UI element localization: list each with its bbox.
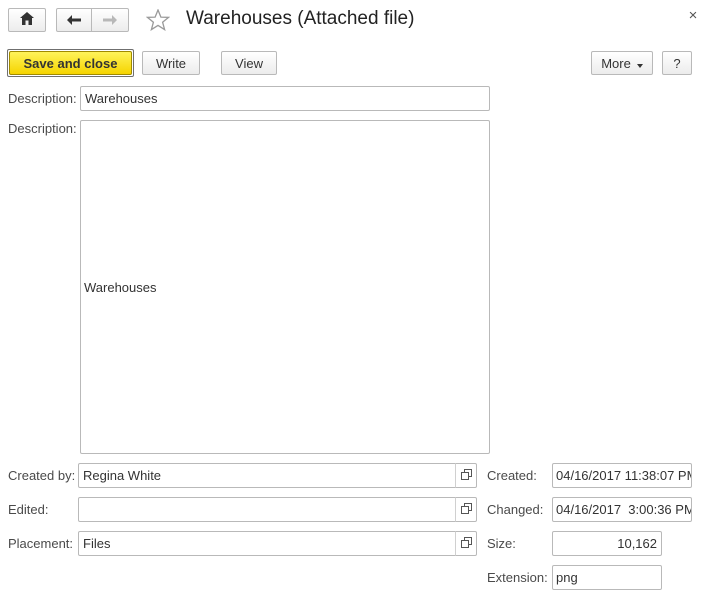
size-field[interactable]: 10,162 bbox=[552, 531, 662, 556]
more-button[interactable]: More bbox=[591, 51, 653, 75]
placement-label: Placement: bbox=[8, 536, 74, 551]
view-button[interactable]: View bbox=[221, 51, 277, 75]
created-date-field[interactable]: 04/16/2017 11:38:07 PM bbox=[552, 463, 692, 488]
save-and-close-button[interactable]: Save and close bbox=[9, 51, 132, 75]
write-button[interactable]: Write bbox=[142, 51, 200, 75]
open-window-icon bbox=[460, 468, 472, 483]
help-button[interactable]: ? bbox=[662, 51, 692, 75]
more-label: More bbox=[601, 55, 631, 71]
created-label: Created: bbox=[487, 468, 537, 483]
close-icon[interactable]: × bbox=[686, 8, 700, 24]
edited-label: Edited: bbox=[8, 502, 49, 517]
changed-label: Changed: bbox=[487, 502, 544, 517]
description-field[interactable]: Warehouses bbox=[80, 86, 490, 111]
star-outline-icon[interactable] bbox=[145, 8, 171, 32]
size-label: Size: bbox=[487, 536, 516, 551]
home-icon bbox=[20, 12, 34, 28]
created-by-open-button[interactable] bbox=[455, 463, 477, 488]
open-window-icon bbox=[460, 536, 472, 551]
arrow-right-icon bbox=[103, 13, 117, 28]
text-area[interactable]: Warehouses bbox=[80, 120, 490, 454]
edited-open-button[interactable] bbox=[455, 497, 477, 522]
text-label: Description: bbox=[8, 121, 77, 136]
extension-label: Extension: bbox=[487, 570, 548, 585]
forward-button[interactable] bbox=[91, 8, 129, 32]
back-button[interactable] bbox=[56, 8, 92, 32]
description-label: Description: bbox=[8, 91, 77, 106]
open-window-icon bbox=[460, 502, 472, 517]
chevron-down-icon bbox=[636, 56, 643, 71]
arrow-left-icon bbox=[67, 13, 81, 28]
placement-field[interactable]: Files bbox=[78, 531, 456, 556]
placement-open-button[interactable] bbox=[455, 531, 477, 556]
changed-date-field[interactable]: 04/16/2017 3:00:36 PM bbox=[552, 497, 692, 522]
home-button[interactable] bbox=[8, 8, 46, 32]
page-title: Warehouses (Attached file) bbox=[186, 8, 415, 29]
extension-field[interactable]: png bbox=[552, 565, 662, 590]
edited-field[interactable] bbox=[78, 497, 456, 522]
created-by-field[interactable]: Regina White bbox=[78, 463, 456, 488]
created-by-label: Created by: bbox=[8, 468, 76, 483]
